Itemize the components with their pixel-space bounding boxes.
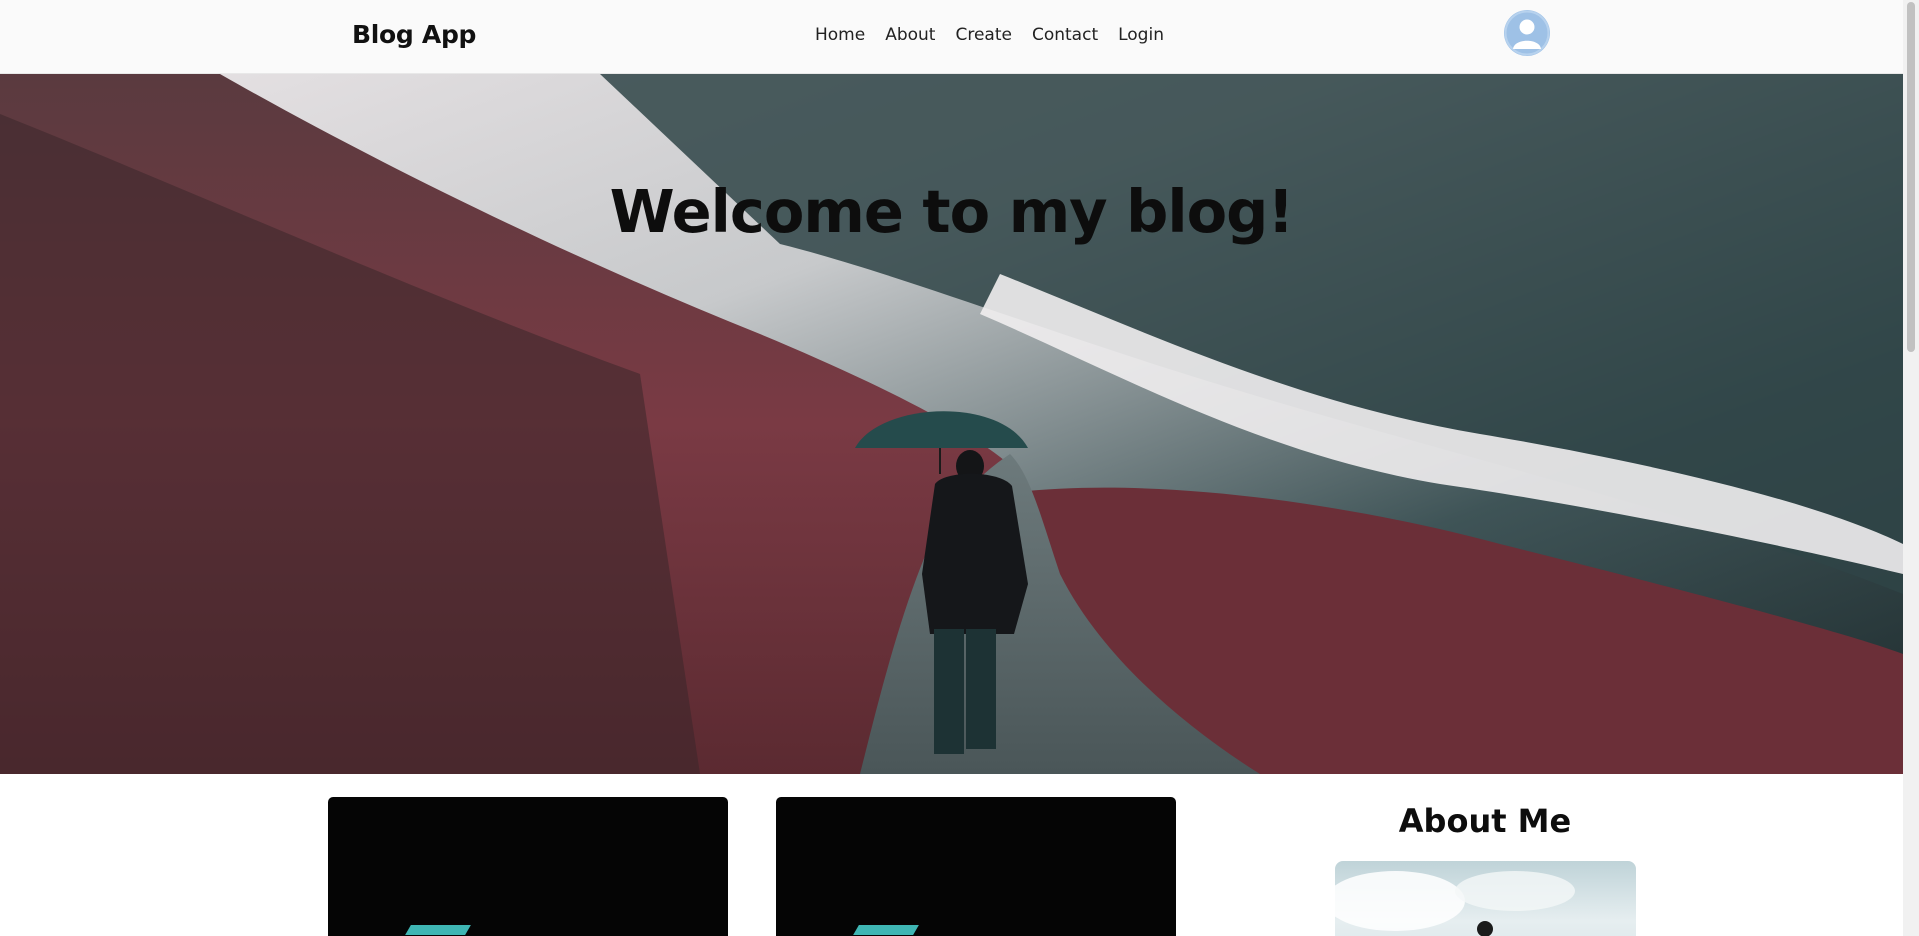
scrollbar-thumb[interactable] xyxy=(1907,2,1915,352)
nav-links: Home About Create Contact Login xyxy=(815,25,1164,45)
nav-link-about[interactable]: About xyxy=(885,25,935,45)
about-me-image xyxy=(1335,861,1636,936)
post-card-image xyxy=(853,925,919,935)
user-avatar-icon[interactable] xyxy=(1504,10,1550,56)
nav-link-home[interactable]: Home xyxy=(815,25,865,45)
main-content: About Me xyxy=(0,774,1903,936)
nav-link-contact[interactable]: Contact xyxy=(1032,25,1098,45)
post-card[interactable] xyxy=(328,797,728,936)
hero-title: Welcome to my blog! xyxy=(609,177,1295,246)
user-silhouette-icon xyxy=(1504,10,1550,56)
post-card-image xyxy=(405,925,471,935)
about-me-photo xyxy=(1335,871,1575,936)
about-me-title: About Me xyxy=(1398,802,1572,840)
post-card[interactable] xyxy=(776,797,1176,936)
brand-logo[interactable]: Blog App xyxy=(352,20,476,49)
nav-link-login[interactable]: Login xyxy=(1118,25,1164,45)
navbar: Blog App Home About Create Contact Login xyxy=(0,0,1903,74)
nav-link-create[interactable]: Create xyxy=(955,25,1012,45)
hero-banner: Welcome to my blog! xyxy=(0,74,1903,774)
page-scrollbar[interactable] xyxy=(1903,0,1919,936)
